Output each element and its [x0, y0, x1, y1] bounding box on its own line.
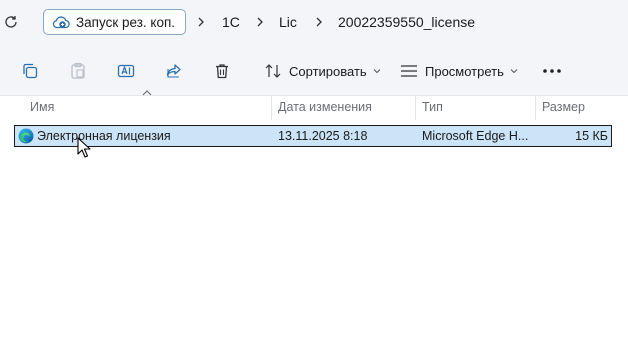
paste-icon[interactable] [69, 62, 87, 80]
copy-icon[interactable] [21, 62, 39, 80]
backup-button-label: Запуск рез. коп. [76, 14, 176, 30]
start-backup-button[interactable]: Запуск рез. коп. [43, 9, 186, 35]
view-button[interactable]: Просмотреть [400, 61, 518, 81]
file-row[interactable]: Электронная лицензия 13.11.2025 8:18 Mic… [14, 125, 612, 147]
column-header-date[interactable]: Дата изменения [278, 100, 372, 114]
chevron-down-icon [373, 69, 381, 74]
chevron-right-icon[interactable] [315, 16, 323, 28]
column-divider[interactable] [415, 96, 416, 120]
file-type: Microsoft Edge H... [422, 129, 529, 143]
breadcrumb-lic[interactable]: Lic [279, 14, 297, 30]
breadcrumb-1c[interactable]: 1C [222, 14, 240, 30]
file-date: 13.11.2025 8:18 [278, 129, 368, 143]
refresh-icon[interactable] [3, 14, 19, 30]
column-header-size[interactable]: Размер [542, 100, 585, 114]
sort-ascending-icon [142, 90, 152, 96]
command-bar: Сортировать Просмотреть [0, 44, 628, 96]
address-bar: Запуск рез. коп. 1C Lic 20022359550_lice… [0, 0, 628, 44]
view-label: Просмотреть [425, 63, 504, 79]
chevron-right-icon[interactable] [197, 16, 205, 28]
more-options-icon[interactable] [542, 68, 562, 74]
breadcrumb-license-folder[interactable]: 20022359550_license [338, 14, 475, 30]
column-header-name[interactable]: Имя [30, 100, 54, 114]
mouse-pointer-icon [77, 137, 91, 158]
view-list-icon [401, 65, 417, 77]
chevron-right-icon[interactable] [256, 16, 264, 28]
delete-icon[interactable] [213, 62, 231, 80]
column-divider[interactable] [535, 96, 536, 120]
sort-label: Сортировать [289, 63, 367, 79]
column-header-type[interactable]: Тип [422, 100, 443, 114]
cloud-backup-icon [52, 16, 70, 29]
file-name: Электронная лицензия [37, 129, 171, 143]
file-size: 15 КБ [575, 129, 608, 143]
sort-button[interactable]: Сортировать [264, 61, 381, 81]
sort-icon [265, 64, 281, 78]
share-icon[interactable] [165, 62, 183, 80]
column-divider[interactable] [271, 96, 272, 120]
edge-icon [18, 128, 34, 144]
rename-icon[interactable] [117, 62, 135, 80]
chevron-down-icon [510, 69, 518, 74]
column-headers: Имя Дата изменения Тип Размер [0, 90, 628, 120]
